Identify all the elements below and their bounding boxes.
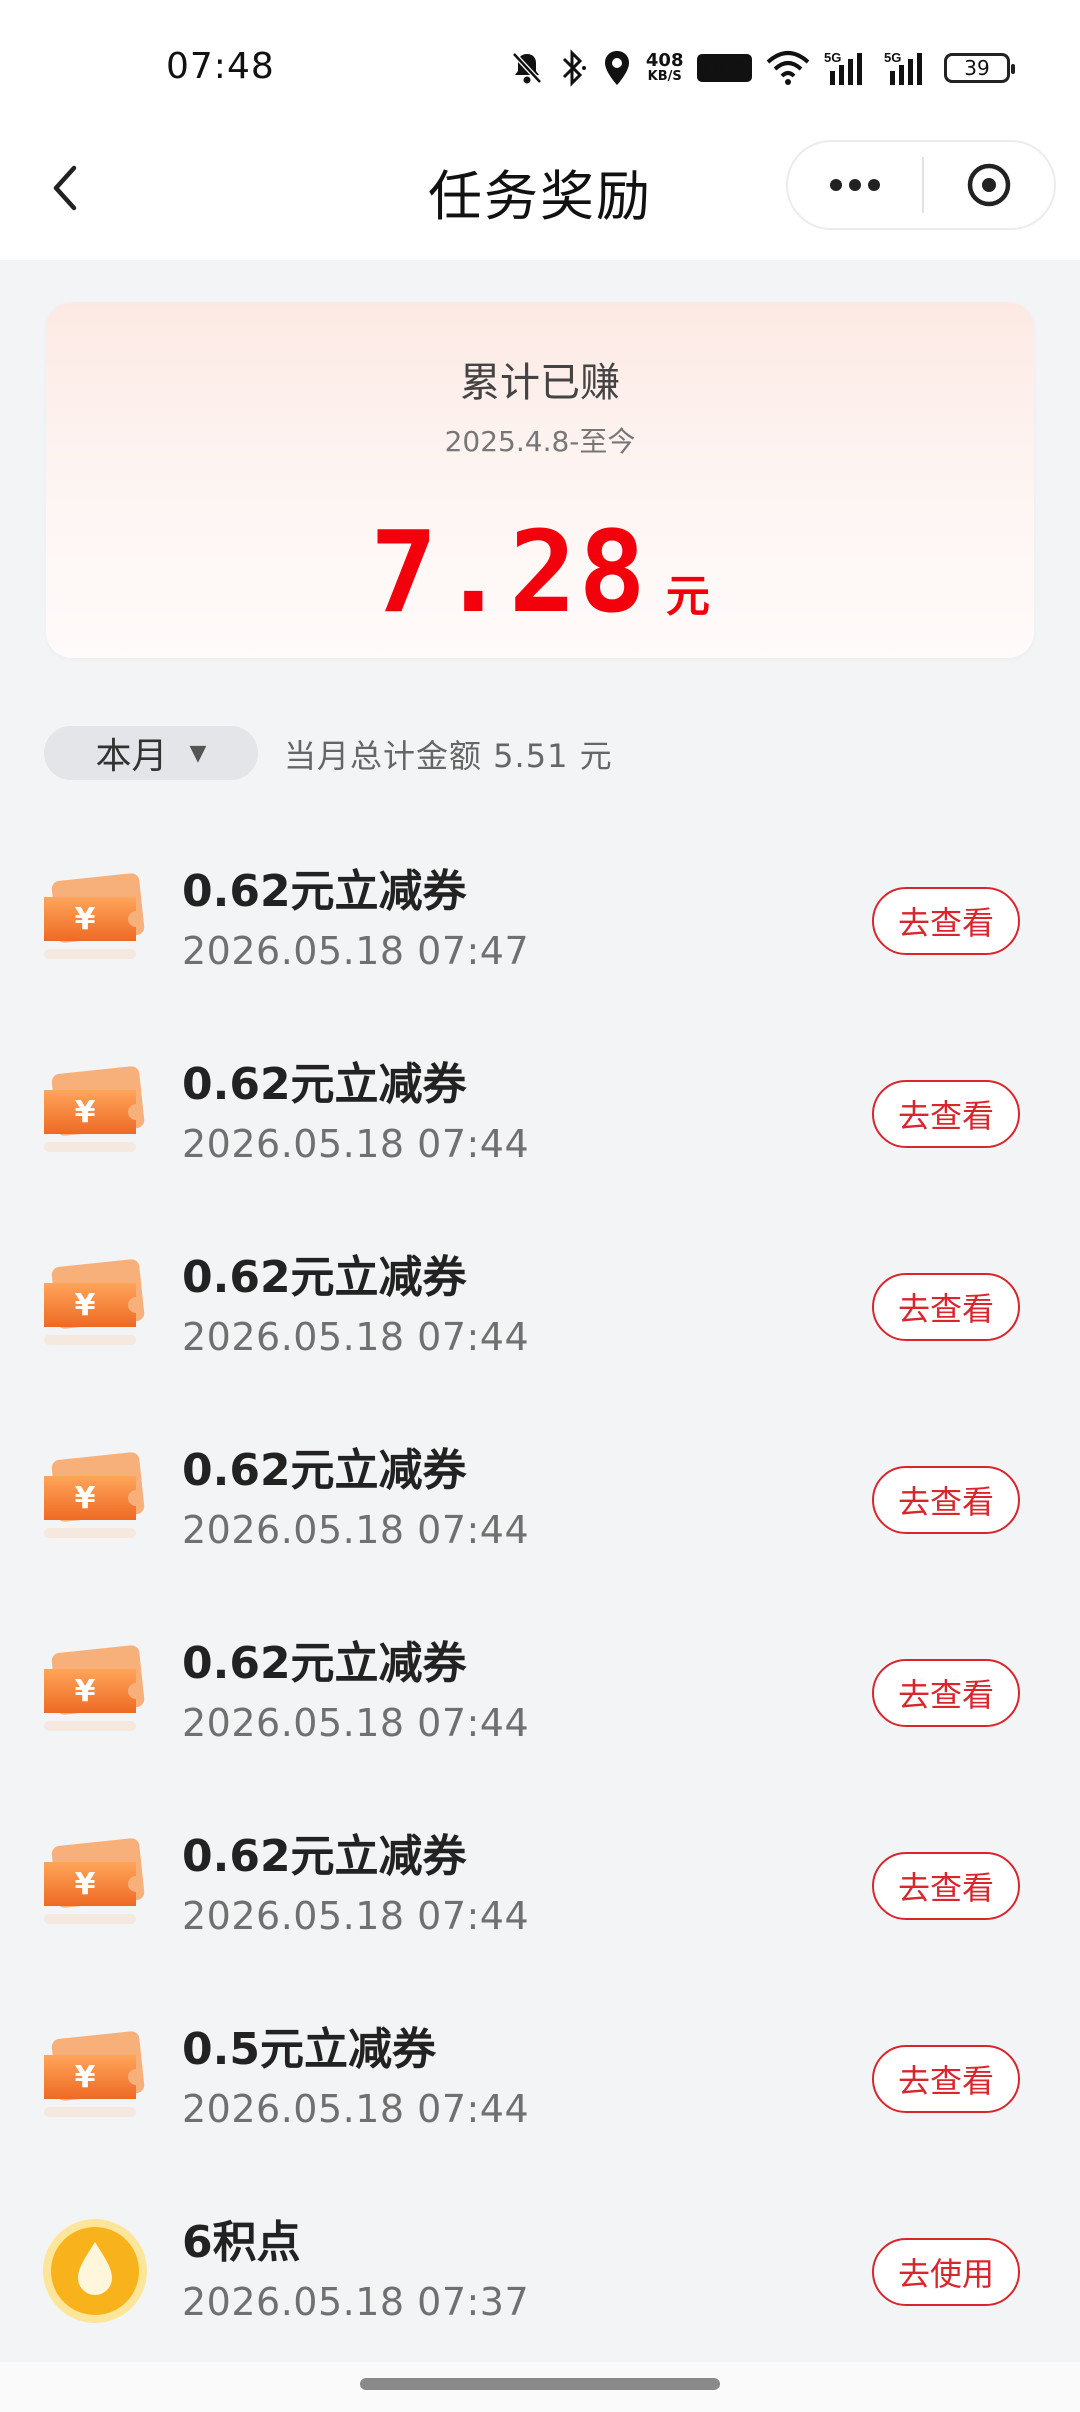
coupon-icon: ¥ — [40, 1836, 150, 1936]
reward-row: ¥ 0.62元立减券 2026.05.18 07:44 去查看 — [0, 1211, 1080, 1404]
month-filter-label: 本月 — [95, 736, 168, 777]
reward-time: 2026.05.18 07:44 — [182, 2087, 530, 2131]
view-button[interactable]: 去查看 — [872, 1273, 1020, 1341]
points-drop-icon — [40, 2216, 150, 2326]
earnings-summary-card: 累计已赚 2025.4.8-至今 7.28 元 — [46, 302, 1034, 658]
hd-voice-badge: HD2 — [697, 54, 752, 82]
earnings-date-range: 2025.4.8-至今 — [444, 425, 636, 458]
more-options-button[interactable] — [788, 142, 922, 228]
nav-bar: 任务奖励 — [0, 130, 1080, 260]
mini-program-capsule — [786, 140, 1056, 230]
reward-name: 6积点 — [182, 2217, 301, 2268]
svg-text:5G: 5G — [884, 50, 901, 65]
dropdown-triangle-icon: ▼ — [189, 740, 207, 766]
network-speed: 408 KB/S — [645, 50, 684, 84]
use-button[interactable]: 去使用 — [872, 2238, 1020, 2306]
status-icons: 408 KB/S HD2 5G 5G 39 — [510, 46, 1015, 90]
reward-time: 2026.05.18 07:44 — [182, 1122, 530, 1166]
month-total-text: 当月总计金额 5.51 元 — [284, 737, 613, 775]
svg-text:5G: 5G — [824, 50, 841, 65]
reward-list: ¥ 0.62元立减券 2026.05.18 07:47 去查看 ¥ 0.62元立减券… — [0, 825, 1080, 2369]
svg-text:¥: ¥ — [75, 1867, 96, 1902]
reward-time: 2026.05.18 07:44 — [182, 1508, 530, 1552]
svg-text:¥: ¥ — [75, 1481, 96, 1516]
status-bar: 07:48 408 KB/S HD2 5G 5G 39 — [0, 0, 1080, 130]
view-button[interactable]: 去查看 — [872, 1852, 1020, 1920]
svg-text:¥: ¥ — [75, 1095, 96, 1130]
location-icon — [602, 49, 632, 87]
reward-name: 0.5元立减券 — [182, 2024, 436, 2075]
reward-row: ¥ 0.62元立减券 2026.05.18 07:47 去查看 — [0, 825, 1080, 1018]
reward-row: ¥ 0.62元立减券 2026.05.18 07:44 去查看 — [0, 1018, 1080, 1211]
mute-bell-icon — [510, 50, 544, 86]
reward-time: 2026.05.18 07:44 — [182, 1315, 530, 1359]
coupon-icon: ¥ — [40, 1064, 150, 1164]
reward-row: ¥ 0.62元立减券 2026.05.18 07:44 去查看 — [0, 1790, 1080, 1983]
reward-row: ¥ 0.62元立减券 2026.05.18 07:44 去查看 — [0, 1597, 1080, 1790]
reward-time: 2026.05.18 07:44 — [182, 1894, 530, 1938]
signal-5g-icon-2: 5G — [884, 49, 930, 87]
bluetooth-icon — [558, 49, 588, 87]
wifi-icon — [766, 50, 810, 86]
reward-row: ¥ 0.62元立减券 2026.05.18 07:44 去查看 — [0, 1404, 1080, 1597]
signal-5g-icon: 5G — [824, 49, 870, 87]
month-filter-dropdown[interactable]: 本月 ▼ — [44, 726, 258, 780]
view-button[interactable]: 去查看 — [872, 1659, 1020, 1727]
reward-name: 0.62元立减券 — [182, 866, 467, 917]
earnings-amount-row: 7.28 元 — [46, 508, 1034, 638]
reward-name: 0.62元立减券 — [182, 1831, 467, 1882]
reward-name: 0.62元立减券 — [182, 1638, 467, 1689]
coupon-icon: ¥ — [40, 871, 150, 971]
coupon-icon: ¥ — [40, 2029, 150, 2129]
coupon-icon: ¥ — [40, 1450, 150, 1550]
status-time: 07:48 — [166, 46, 275, 87]
more-dots-icon — [830, 179, 880, 191]
reward-time: 2026.05.18 07:37 — [182, 2280, 530, 2324]
svg-text:¥: ¥ — [75, 1288, 96, 1323]
reward-row: 6积点 2026.05.18 07:37 去使用 — [0, 2176, 1080, 2369]
close-mini-program-button[interactable] — [924, 142, 1054, 228]
battery-indicator: 39 — [944, 53, 1015, 83]
reward-name: 0.62元立减券 — [182, 1252, 467, 1303]
earnings-amount: 7.28 — [370, 508, 648, 638]
home-indicator[interactable] — [360, 2378, 720, 2390]
svg-text:¥: ¥ — [75, 902, 96, 937]
reward-time: 2026.05.18 07:44 — [182, 1701, 530, 1745]
view-button[interactable]: 去查看 — [872, 1080, 1020, 1148]
view-button[interactable]: 去查看 — [872, 887, 1020, 955]
reward-name: 0.62元立减券 — [182, 1445, 467, 1496]
reward-name: 0.62元立减券 — [182, 1059, 467, 1110]
close-circle-icon — [967, 163, 1011, 207]
coupon-icon: ¥ — [40, 1257, 150, 1357]
view-button[interactable]: 去查看 — [872, 2045, 1020, 2113]
reward-time: 2026.05.18 07:47 — [182, 929, 530, 973]
coupon-icon: ¥ — [40, 1643, 150, 1743]
reward-row: ¥ 0.5元立减券 2026.05.18 07:44 去查看 — [0, 1983, 1080, 2176]
svg-text:¥: ¥ — [75, 1674, 96, 1709]
earnings-unit: 元 — [665, 571, 710, 622]
svg-text:¥: ¥ — [75, 2060, 96, 2095]
view-button[interactable]: 去查看 — [872, 1466, 1020, 1534]
earnings-title: 累计已赚 — [460, 360, 620, 406]
